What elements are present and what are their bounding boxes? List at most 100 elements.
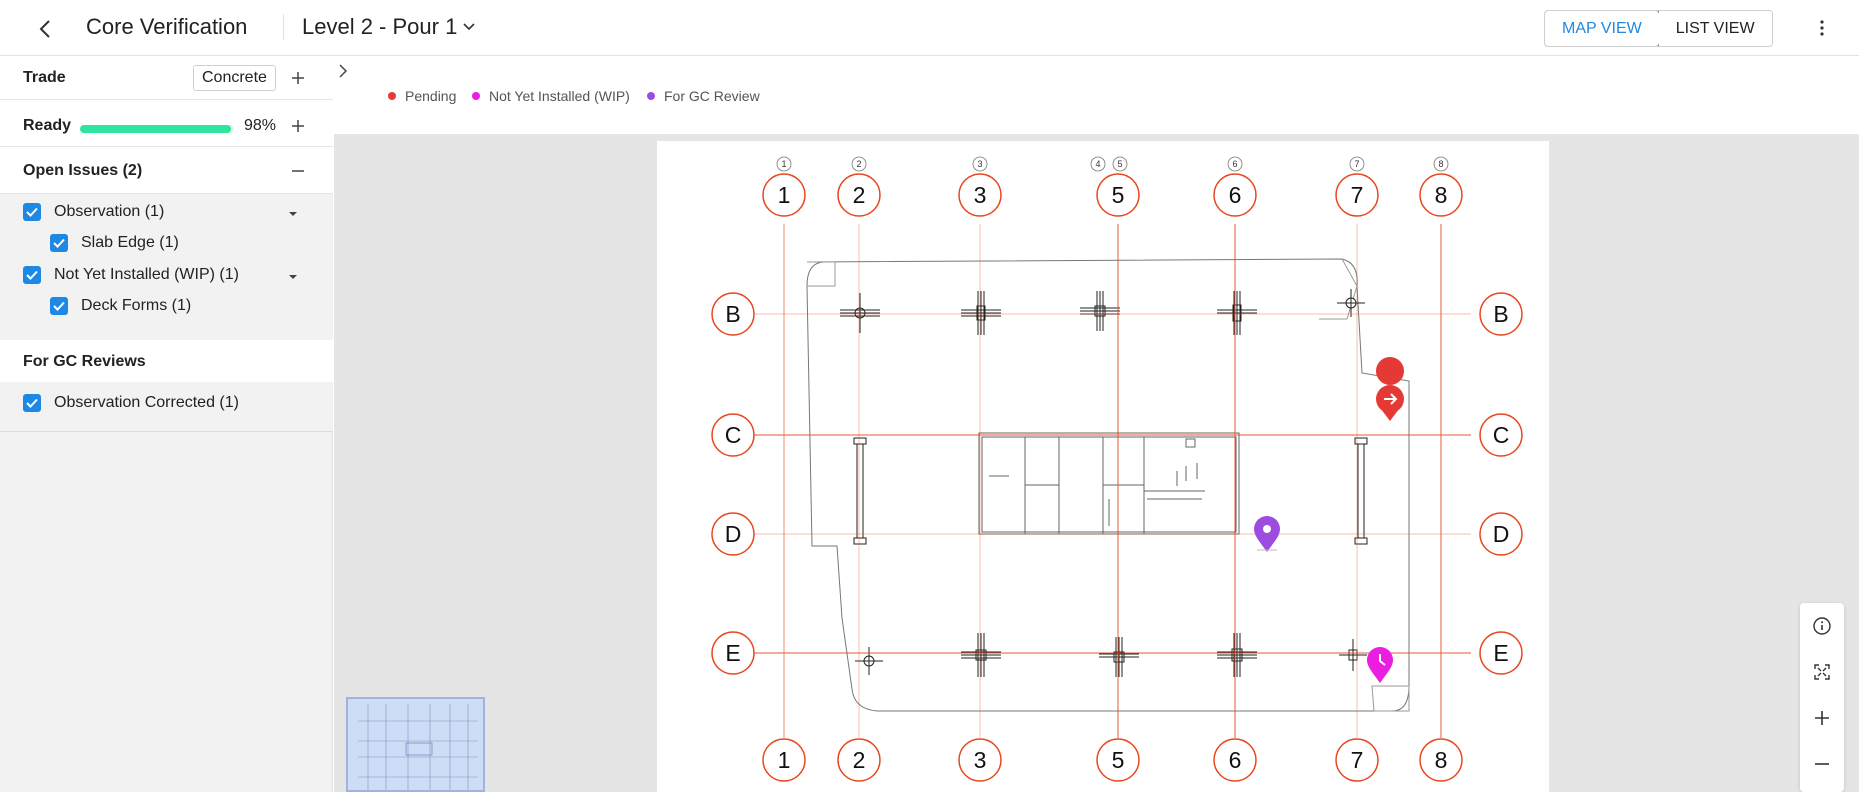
ready-label: Ready [23,117,72,134]
collapse-open-issues-button[interactable] [287,160,309,182]
ready-percent: 98% [244,117,277,134]
checkbox-checked[interactable] [23,394,41,412]
ready-progress-fill [80,125,231,133]
issue-filter-label: Observation (1) [54,203,165,220]
column-label: 6 [1229,747,1242,773]
floor-plan-drawing[interactable]: 1 2 3 4 5 6 7 8 1 2 3 5 6 7 8 1 2 3 5 6 … [657,141,1549,792]
zoom-out-button[interactable] [1800,741,1844,787]
level-label: Level 2 - Pour 1 [302,14,458,39]
level-dropdown[interactable]: Level 2 - Pour 1 [302,14,475,40]
status-legend: Pending Not Yet Installed (WIP) For GC R… [334,57,1859,134]
row-label: E [1493,640,1508,666]
issue-filter-slab-edge[interactable]: Slab Edge (1) [50,234,179,252]
top-small-grid-labels: 1 2 3 4 5 6 7 8 [781,159,1443,169]
row-label: D [725,521,742,547]
column-label: 2 [853,182,866,208]
pending-marker[interactable] [1376,357,1405,421]
issue-filter-label: Not Yet Installed (WIP) (1) [54,266,239,283]
legend-dot [472,92,480,100]
zoom-in-button[interactable] [1800,695,1844,741]
legend-dot [388,92,396,100]
legend-label: For GC Review [664,88,760,104]
caret-down-icon [289,212,297,216]
checkbox-checked[interactable] [23,266,41,284]
chevron-down-icon [463,23,475,31]
column-label: 3 [974,182,987,208]
chevron-left-icon [39,20,50,38]
minimap-thumbnail[interactable] [346,697,485,792]
column-label: 1 [778,747,791,773]
column-label: 8 [1435,747,1448,773]
column-label: 7 [1351,182,1364,208]
legend-gc-review: For GC Review [647,88,760,104]
issue-filter-label: Slab Edge (1) [81,234,179,251]
small-label: 4 [1095,159,1100,169]
plus-icon [292,120,304,132]
back-button[interactable] [30,14,60,44]
grid-lines [743,224,1471,738]
expand-observation-button[interactable] [285,206,301,222]
expand-not-yet-installed-button[interactable] [285,269,301,285]
add-ready-button[interactable] [287,115,309,137]
checkbox-checked[interactable] [50,234,68,252]
ready-progress-bar [80,125,234,133]
column-label: 3 [974,747,987,773]
chevron-right-icon [339,64,347,78]
info-button[interactable] [1800,603,1844,649]
grid-bubble-labels: 1 2 3 5 6 7 8 1 2 3 5 6 7 8 B C D E B C … [725,182,1510,773]
minus-icon [292,170,304,172]
gc-review-marker[interactable] [1254,516,1280,552]
legend-pending: Pending [388,88,456,104]
checkmark-icon [26,207,38,217]
filter-sidebar: Trade Concrete Ready 98% Open Issues (2)… [0,57,333,792]
row-label: C [725,422,742,448]
location-pin-icon [1254,516,1280,552]
row-label: D [1493,521,1510,547]
top-bar: Core Verification Level 2 - Pour 1 MAP V… [0,0,1859,56]
small-label: 5 [1117,159,1122,169]
expand-sidebar-button[interactable] [335,60,351,82]
gc-filter-observation-corrected[interactable]: Observation Corrected (1) [23,394,239,412]
fit-screen-button[interactable] [1800,649,1844,695]
map-view-button[interactable]: MAP VIEW [1544,11,1660,46]
floor-plan-svg: 1 2 3 4 5 6 7 8 1 2 3 5 6 7 8 1 2 3 5 6 … [711,156,1523,782]
core-walls [978,432,1240,535]
trade-row: Trade Concrete [0,57,333,100]
fit-screen-icon [1814,664,1830,680]
info-icon [1813,617,1831,635]
row-label: B [725,301,740,327]
small-label: 6 [1232,159,1237,169]
open-issues-header[interactable]: Open Issues (2) [0,147,333,194]
column-label: 5 [1112,182,1125,208]
gc-reviews-list: Observation Corrected (1) [0,382,333,432]
issue-filter-not-yet-installed[interactable]: Not Yet Installed (WIP) (1) [23,266,239,284]
header-divider [283,14,284,40]
checkmark-icon [53,301,65,311]
minimap-svg [358,704,478,790]
row-label: E [725,640,740,666]
small-label: 8 [1438,159,1443,169]
checkmark-icon [26,270,38,280]
small-label: 1 [781,159,786,169]
row-label: C [1493,422,1510,448]
gc-filter-label: Observation Corrected (1) [54,394,239,411]
column-label: 8 [1435,182,1448,208]
wip-marker[interactable] [1367,647,1393,683]
gc-reviews-header: For GC Reviews [0,340,333,382]
legend-label: Pending [405,88,457,104]
legend-not-yet-installed: Not Yet Installed (WIP) [472,88,630,104]
page-title: Core Verification [86,14,248,39]
issue-filter-deck-forms[interactable]: Deck Forms (1) [50,297,191,315]
top-small-grid-bubbles [776,156,1449,172]
small-label: 7 [1354,159,1359,169]
add-trade-button[interactable] [287,67,309,89]
issue-filter-observation[interactable]: Observation (1) [23,203,164,221]
zoom-out-icon [1815,763,1829,765]
list-view-button[interactable]: LIST VIEW [1658,11,1772,46]
checkbox-checked[interactable] [50,297,68,315]
column-label: 2 [853,747,866,773]
trade-chip[interactable]: Concrete [193,65,276,91]
open-issues-label: Open Issues (2) [23,162,143,179]
more-options-button[interactable] [1810,14,1834,42]
checkbox-checked[interactable] [23,203,41,221]
